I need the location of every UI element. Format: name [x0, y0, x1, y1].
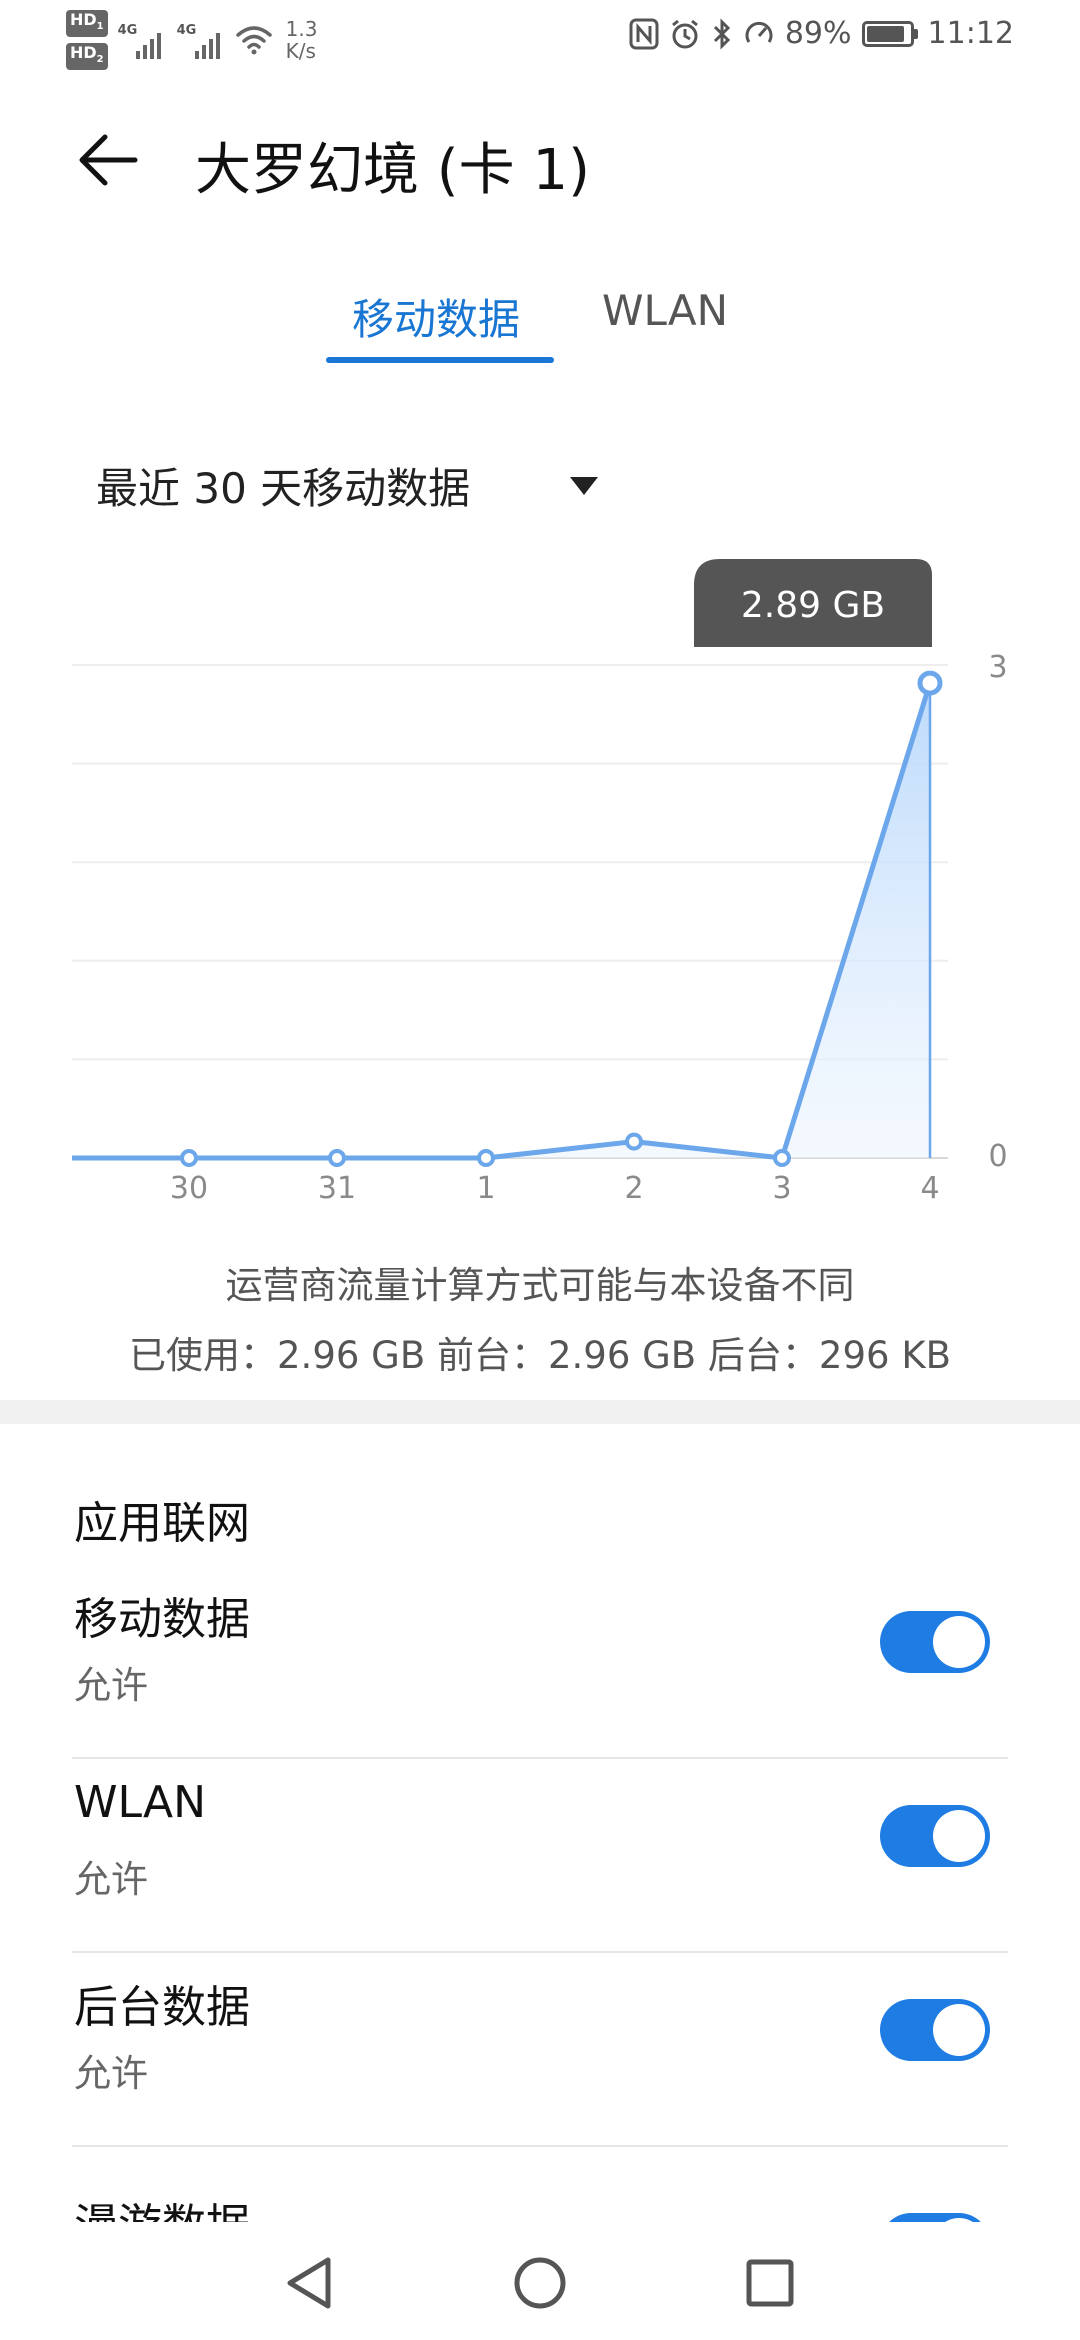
row-mobile-data[interactable]: 移动数据 允许 — [72, 1565, 1008, 1759]
x-tick-label: 30 — [170, 1171, 208, 1206]
network-type-sim2: 4G — [176, 23, 197, 39]
row-title: 移动数据 — [74, 1594, 250, 1645]
row-title: 后台数据 — [74, 1982, 250, 2033]
tab-bar: 移动数据 WLAN — [0, 280, 1080, 370]
tab-wlan[interactable]: WLAN — [602, 286, 728, 335]
background-data-toggle[interactable] — [880, 1999, 990, 2061]
x-tick-label: 2 — [624, 1171, 643, 1206]
signal-sim1-icon: 4G — [117, 21, 161, 60]
section-divider — [0, 1400, 1080, 1424]
wifi-icon — [235, 26, 272, 55]
nav-recent-button[interactable] — [735, 2248, 805, 2318]
usage-summary: 已使用：2.96 GB 前台：2.96 GB 后台：296 KB — [129, 1334, 951, 1377]
hd2-icon: HD2 — [66, 43, 108, 71]
screen: HD1 HD2 4G 4G 1.3 K/s 89% 11:12 大罗幻境 (卡 … — [0, 0, 1080, 2340]
usage-area — [72, 683, 930, 1158]
status-right: 89% 11:12 — [629, 16, 1014, 51]
nav-home-icon — [514, 2257, 566, 2309]
toggle-knob — [933, 1810, 985, 1862]
y-tick-label: 0 — [988, 1139, 1007, 1174]
navigation-bar — [0, 2222, 1080, 2340]
tooltip-label: 2.89 GB — [741, 585, 885, 626]
battery-percent: 89% — [784, 16, 852, 51]
row-subtitle: 允许 — [74, 1858, 148, 1901]
status-left: HD1 HD2 4G 4G 1.3 K/s — [66, 10, 318, 71]
tab-mobile-data[interactable]: 移动数据 — [352, 286, 520, 347]
y-tick-label: 3 — [988, 650, 1007, 685]
toggle-knob — [933, 2004, 985, 2056]
page-title: 大罗幻境 (卡 1) — [195, 138, 590, 203]
nav-back-button[interactable] — [274, 2248, 344, 2318]
data-point — [625, 1132, 643, 1151]
mobile-data-toggle[interactable] — [880, 1611, 990, 1673]
row-title: WLAN — [74, 1777, 207, 1828]
wlan-toggle[interactable] — [880, 1805, 990, 1867]
data-point — [477, 1149, 495, 1167]
x-tick-label: 31 — [318, 1171, 356, 1206]
alarm-icon — [671, 19, 698, 48]
section-title: 应用联网 — [74, 1498, 250, 1549]
x-tick-label: 4 — [920, 1171, 939, 1206]
row-background-data[interactable]: 后台数据 允许 — [72, 1953, 1008, 2147]
nav-recent-icon — [746, 2259, 794, 2307]
usage-chart-svg: 30 31 1 2 3 4302.89 GB — [72, 559, 1008, 1206]
hd-indicators: HD1 HD2 — [66, 10, 108, 71]
data-point — [917, 670, 943, 696]
hd1-icon: HD1 — [66, 10, 108, 38]
usage-chart: 30 31 1 2 3 4 3 0 2.89 GB — [0, 555, 1080, 1215]
row-wlan[interactable]: WLAN 允许 — [72, 1759, 1008, 1953]
network-speed: 1.3 K/s — [285, 17, 318, 64]
usage-line — [72, 682, 933, 1161]
back-arrow-icon — [79, 134, 138, 186]
nav-home-button[interactable] — [505, 2248, 575, 2318]
row-subtitle: 允许 — [74, 2052, 148, 2095]
period-label: 最近 30 天移动数据 — [96, 464, 471, 513]
toggle-knob — [933, 1616, 985, 1668]
row-title: 漫游数据 — [74, 2189, 250, 2223]
row-divider — [72, 2145, 1008, 2147]
data-point — [328, 1149, 346, 1167]
signal-sim2-icon: 4G — [176, 21, 220, 60]
data-saver-icon — [745, 21, 773, 43]
battery-icon — [861, 20, 918, 47]
row-roaming-data[interactable]: 漫游数据 — [72, 2183, 1008, 2223]
title-bar: 大罗幻境 (卡 1) — [0, 110, 1080, 220]
back-button[interactable] — [70, 122, 146, 198]
carrier-note: 运营商流量计算方式可能与本设备不同 — [225, 1264, 855, 1307]
period-dropdown[interactable]: 最近 30 天移动数据 — [96, 455, 599, 516]
network-type-sim1: 4G — [117, 23, 138, 39]
nfc-icon — [629, 18, 659, 49]
dropdown-arrow-icon — [570, 476, 599, 495]
nav-back-icon — [287, 2257, 331, 2309]
x-tick-label: 1 — [476, 1171, 495, 1206]
status-bar: HD1 HD2 4G 4G 1.3 K/s 89% 11:12 — [0, 0, 1080, 72]
bluetooth-icon — [713, 17, 730, 50]
active-tab-indicator — [326, 357, 554, 363]
row-subtitle: 允许 — [74, 1664, 148, 1707]
data-point — [773, 1149, 791, 1167]
data-point — [180, 1149, 198, 1167]
x-tick-label: 3 — [772, 1171, 791, 1206]
clock: 11:12 — [927, 16, 1014, 51]
